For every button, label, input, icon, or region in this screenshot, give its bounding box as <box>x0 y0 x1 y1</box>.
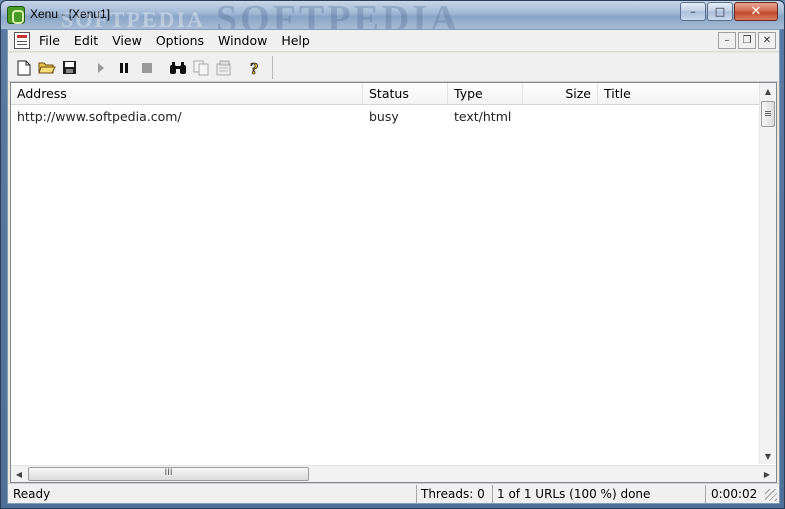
scroll-down-arrow-icon[interactable]: ▼ <box>760 448 776 464</box>
menu-window[interactable]: Window <box>211 33 274 49</box>
horizontal-scrollbar[interactable]: ◀ III ▶ <box>11 465 776 482</box>
close-button[interactable]: ✕ <box>734 2 778 21</box>
maximize-button[interactable]: □ <box>707 2 733 21</box>
save-button[interactable] <box>58 56 81 79</box>
save-icon <box>63 61 76 74</box>
resize-grip[interactable] <box>765 489 777 501</box>
menu-file[interactable]: File <box>32 33 67 49</box>
status-text: Ready <box>13 487 51 501</box>
vertical-scroll-thumb[interactable] <box>761 101 775 127</box>
title-bar[interactable]: Xenu - [Xenu1] SOFTPEDIA SOFTPEDIA – □ ✕ <box>1 0 784 40</box>
cell-status: busy <box>369 109 399 124</box>
play-icon <box>97 62 104 73</box>
find-button[interactable] <box>166 56 189 79</box>
pause-button[interactable] <box>112 56 135 79</box>
toolbar: ? <box>8 53 779 82</box>
cell-address: http://www.softpedia.com/ <box>17 109 182 124</box>
copy-icon <box>193 60 208 75</box>
horizontal-scroll-thumb[interactable]: III <box>28 467 309 481</box>
stop-icon <box>141 62 152 73</box>
menu-options[interactable]: Options <box>149 33 211 49</box>
menu-view[interactable]: View <box>105 33 149 49</box>
copy-button[interactable] <box>189 56 212 79</box>
mdi-restore-button[interactable]: ❐ <box>738 32 756 49</box>
cell-type: text/html <box>454 109 512 124</box>
new-button[interactable] <box>12 56 35 79</box>
scroll-up-arrow-icon[interactable]: ▲ <box>760 83 776 99</box>
svg-text:?: ? <box>250 59 259 77</box>
column-address[interactable]: Address <box>11 83 363 105</box>
vertical-scrollbar[interactable]: ▲ ▼ <box>759 83 776 464</box>
caption-buttons: – □ ✕ <box>679 2 778 21</box>
properties-button[interactable] <box>212 56 235 79</box>
mdi-close-button[interactable]: ✕ <box>758 32 776 49</box>
minimize-button[interactable]: – <box>680 2 706 21</box>
properties-icon <box>216 60 231 75</box>
column-size[interactable]: Size <box>523 83 598 105</box>
menu-bar: File Edit View Options Window Help – ❐ ✕ <box>8 30 779 52</box>
pause-icon <box>119 62 128 73</box>
binoculars-icon <box>169 61 186 74</box>
status-bar: Ready Threads: 0 1 of 1 URLs (100 %) don… <box>8 483 779 503</box>
scroll-right-arrow-icon[interactable]: ▶ <box>759 466 775 482</box>
menu-edit[interactable]: Edit <box>67 33 105 49</box>
table-row[interactable]: http://www.softpedia.com/ busy text/html <box>11 107 760 127</box>
mdi-minimize-button[interactable]: – <box>718 32 736 49</box>
app-window: Xenu - [Xenu1] SOFTPEDIA SOFTPEDIA – □ ✕… <box>0 0 785 509</box>
column-title[interactable]: Title <box>598 83 760 105</box>
help-button[interactable]: ? <box>243 56 266 79</box>
list-header: Address Status Type Size Title <box>11 83 760 105</box>
progress-text: 1 of 1 URLs (100 %) done <box>497 487 651 501</box>
column-status[interactable]: Status <box>363 83 448 105</box>
document-icon[interactable] <box>14 32 30 49</box>
open-button[interactable] <box>35 56 58 79</box>
url-list[interactable]: Address Status Type Size Title http://ww… <box>10 82 777 483</box>
mdi-client: File Edit View Options Window Help – ❐ ✕ <box>7 29 780 504</box>
mdi-caption-buttons: – ❐ ✕ <box>716 32 776 49</box>
help-icon: ? <box>249 59 259 77</box>
stop-button[interactable] <box>135 56 158 79</box>
start-button[interactable] <box>89 56 112 79</box>
column-type[interactable]: Type <box>448 83 523 105</box>
elapsed-time: 0:00:02 <box>711 487 758 501</box>
menu-help[interactable]: Help <box>274 33 317 49</box>
scroll-left-arrow-icon[interactable]: ◀ <box>11 466 27 482</box>
threads-count: Threads: 0 <box>421 487 485 501</box>
open-folder-icon <box>37 62 56 74</box>
xenu-app-icon[interactable] <box>7 6 25 24</box>
new-icon <box>17 60 30 75</box>
